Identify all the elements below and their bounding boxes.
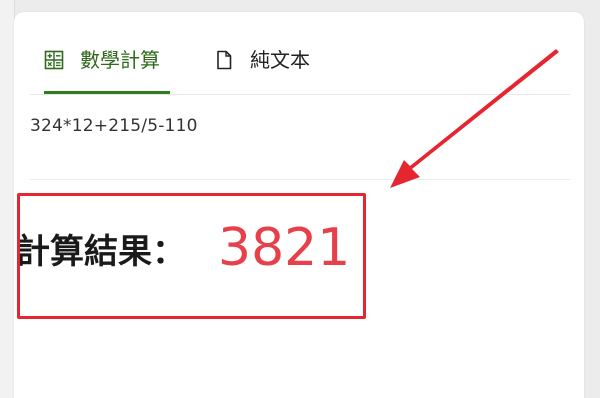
tab-bar: 數學計算 純文本 bbox=[30, 12, 570, 95]
left-panel-edge bbox=[0, 0, 15, 398]
tab-math-label: 數學計算 bbox=[80, 48, 160, 72]
calculator-icon bbox=[44, 50, 64, 70]
right-panel-edge bbox=[584, 0, 600, 398]
annotation-highlight-box bbox=[17, 193, 366, 319]
tab-plain-text-label: 純文本 bbox=[250, 48, 310, 72]
tab-plain-text[interactable]: 純文本 bbox=[214, 46, 324, 94]
divider bbox=[30, 179, 570, 180]
page: 數學計算 純文本 324*12+215/5-110 計算結果： 3821 bbox=[0, 0, 600, 398]
document-icon bbox=[214, 50, 234, 70]
tab-math[interactable]: 數學計算 bbox=[44, 46, 170, 94]
expression-input[interactable]: 324*12+215/5-110 bbox=[30, 116, 198, 136]
